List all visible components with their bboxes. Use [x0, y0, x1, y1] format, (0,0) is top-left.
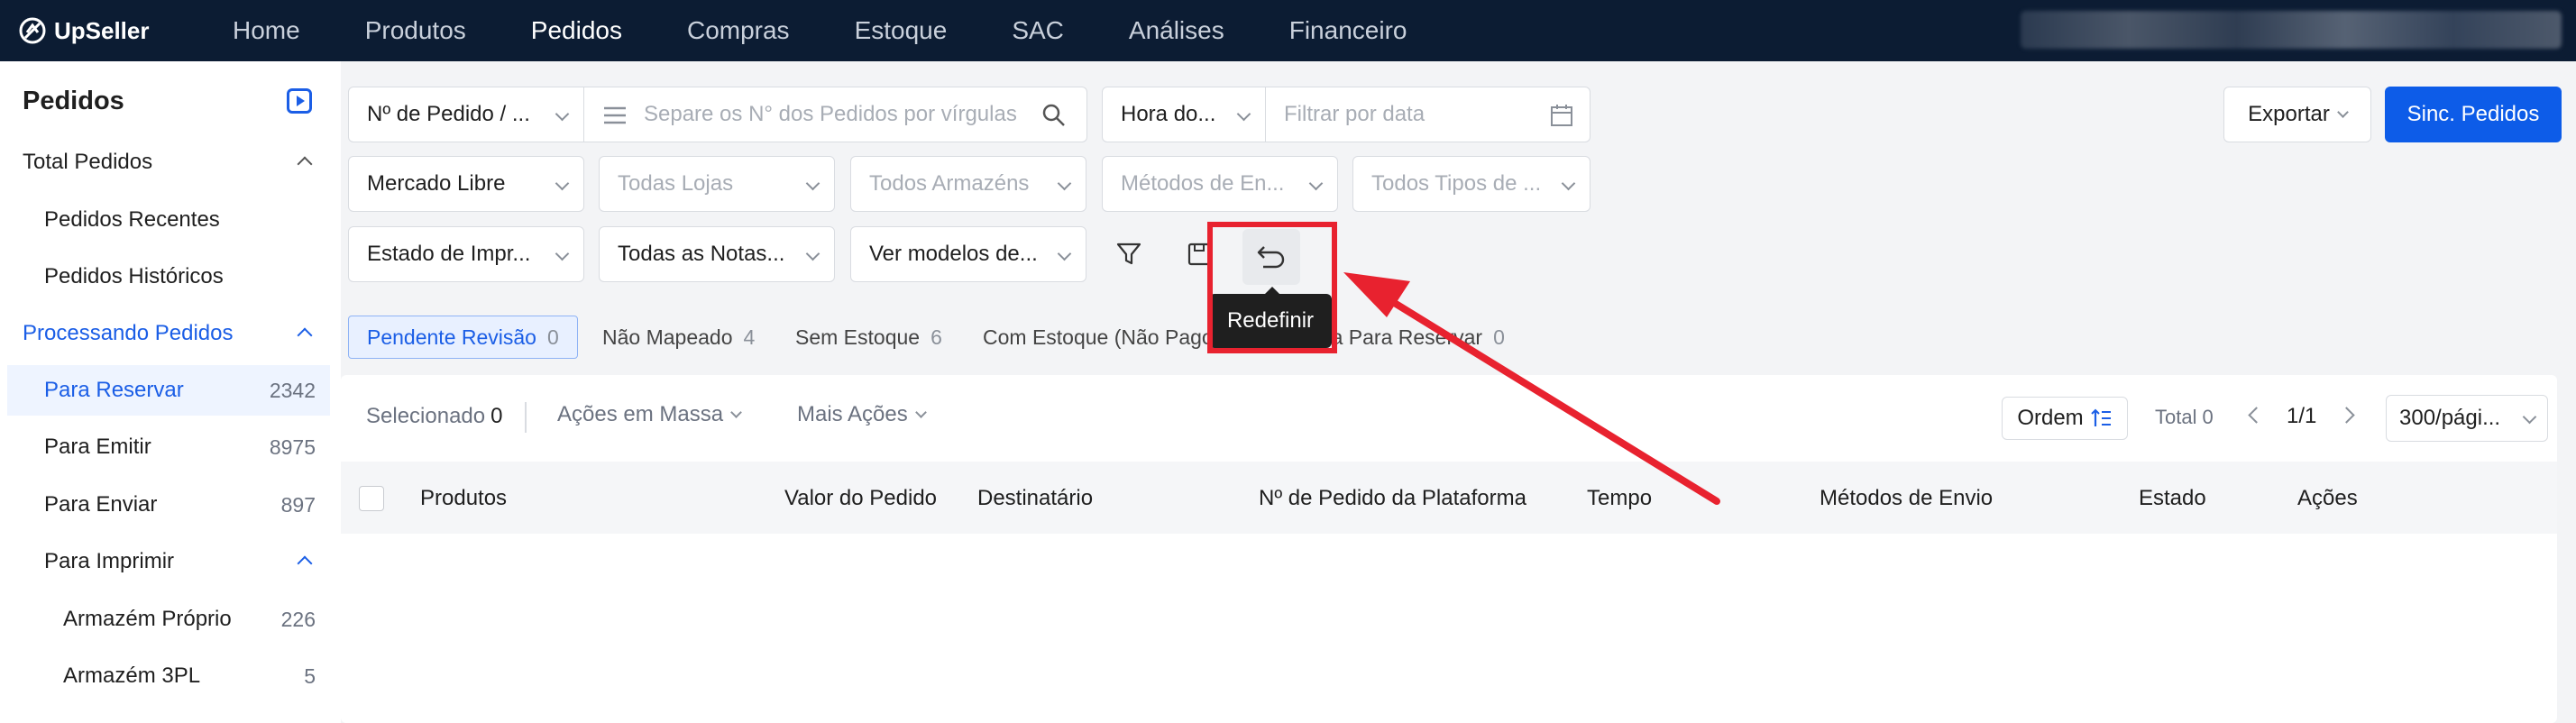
annotation-arrow	[1343, 272, 1720, 505]
